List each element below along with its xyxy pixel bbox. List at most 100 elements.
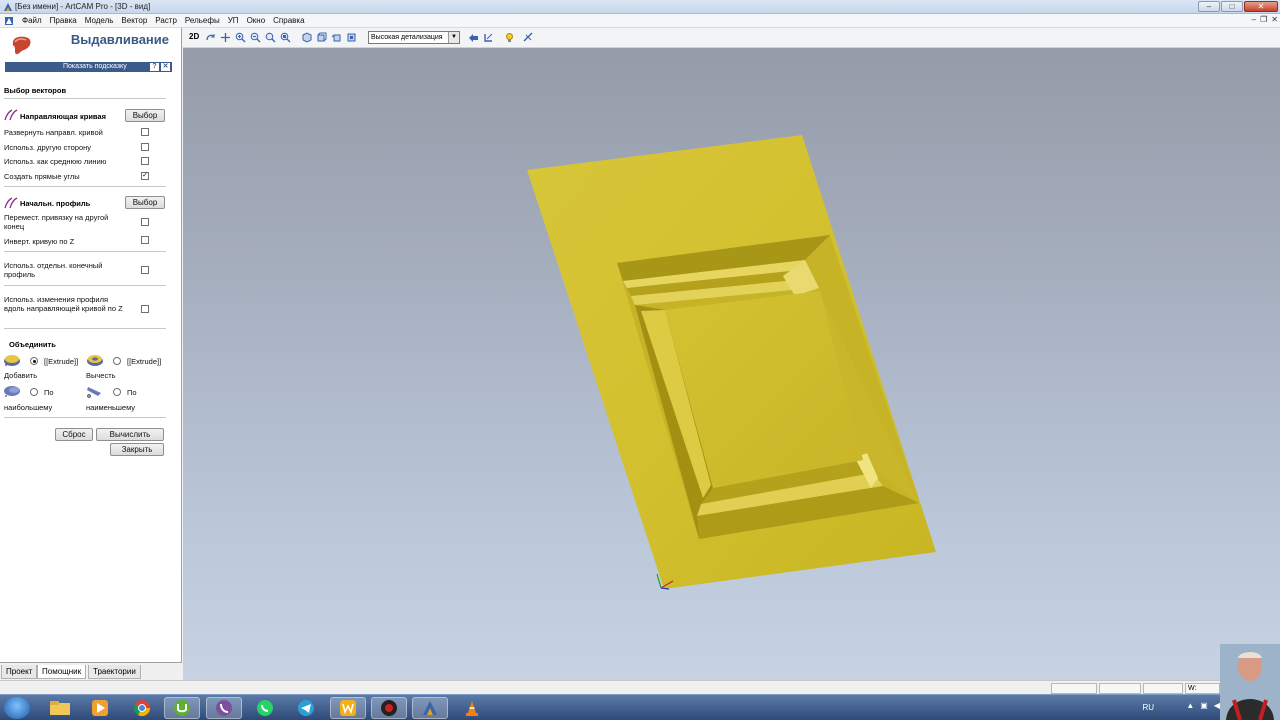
title-bar: [Без имени] - ArtCAM Pro - [3D - вид] – … [0, 0, 1280, 14]
option-invert-z-checkbox[interactable] [141, 236, 149, 244]
tray-network-icon[interactable]: ▣ [1200, 701, 1208, 710]
maximize-button[interactable]: □ [1221, 1, 1243, 12]
start-profile-select-button[interactable]: Выбор [125, 196, 165, 209]
option-flip-guide-checkbox[interactable] [141, 128, 149, 136]
menu-vector[interactable]: Вектор [117, 16, 151, 25]
doc-restore-button[interactable]: ❐ [1260, 15, 1267, 24]
close-hint-icon[interactable]: ✕ [161, 63, 170, 71]
reset-button[interactable]: Сброс [55, 428, 93, 441]
material-icon[interactable] [523, 32, 534, 43]
taskbar-media-player-icon[interactable] [82, 697, 118, 719]
show-hint-bar[interactable]: Показать подсказку ? ✕ [5, 62, 172, 72]
option-square-corners-label: Создать прямые углы [4, 172, 80, 181]
close-button[interactable]: Закрыть [110, 443, 164, 456]
start-button[interactable] [4, 697, 30, 719]
guide-curve-select-button[interactable]: Выбор [125, 109, 165, 122]
taskbar: RU ▲ ▣ ◀ [0, 694, 1280, 720]
zoom-out-icon[interactable] [250, 32, 261, 43]
3d-viewport[interactable] [183, 48, 1280, 680]
menu-toolpaths[interactable]: УП [224, 16, 243, 25]
menu-edit[interactable]: Правка [46, 16, 81, 25]
option-other-side-label: Использ. другую сторону [4, 143, 92, 152]
calculate-button[interactable]: Вычислить [96, 428, 164, 441]
texture-icon[interactable] [483, 32, 494, 43]
tab-toolpaths[interactable]: Траектории [88, 665, 141, 679]
add-value: [[Extrude]] [44, 357, 79, 366]
status-bar: W: 12.400 [0, 680, 1280, 701]
option-move-anchor-checkbox[interactable] [141, 218, 149, 226]
zoom-in-icon[interactable] [235, 32, 246, 43]
taskbar-explorer-icon[interactable] [42, 697, 78, 719]
taskbar-viber-icon[interactable] [206, 697, 242, 719]
add-radio[interactable] [30, 357, 38, 365]
merge-lowest-sublabel: наименьшему [86, 403, 136, 412]
option-move-anchor-label: Перемест. привязку на другой конец [4, 213, 109, 231]
tray-expand-icon[interactable]: ▲ [1186, 701, 1194, 710]
status-field-3 [1143, 683, 1183, 694]
option-invert-z-label: Инверт. кривую по Z [4, 237, 75, 246]
start-profile-icon [4, 197, 18, 209]
taskbar-recorder-icon[interactable] [371, 697, 407, 719]
draw-vectors-icon[interactable] [468, 32, 479, 43]
taskbar-chrome-icon[interactable] [124, 697, 160, 719]
rotate-view-icon[interactable] [205, 32, 216, 43]
close-window-button[interactable]: ✕ [1244, 1, 1278, 12]
side-view-icon[interactable] [331, 32, 342, 43]
taskbar-artcam-icon[interactable] [412, 697, 448, 719]
tab-assistant[interactable]: Помощник [37, 665, 87, 679]
panel-title: Выдавливание [70, 32, 169, 47]
presenter-image [1220, 644, 1280, 720]
menu-help[interactable]: Справка [269, 16, 308, 25]
top-view-icon[interactable] [346, 32, 357, 43]
option-square-corners-checkbox[interactable]: ✓ [141, 172, 149, 180]
option-other-side-checkbox[interactable] [141, 143, 149, 151]
merge-highest-radio[interactable] [30, 388, 38, 396]
option-separate-end-profile-checkbox[interactable] [141, 266, 149, 274]
section-vector-selection: Выбор векторов [4, 86, 67, 95]
width-readout: W: 12.400 [1185, 683, 1220, 701]
pan-view-icon[interactable] [220, 32, 231, 43]
guide-curve-label: Направляющая кривая [20, 112, 106, 121]
divider [4, 417, 166, 418]
merge-lowest-icon [87, 387, 101, 398]
add-mode-icon [4, 355, 20, 366]
option-profile-change-label: Использ. изменения профиля вдоль направл… [4, 295, 123, 313]
language-indicator[interactable]: RU [1142, 703, 1154, 712]
subtract-value: [[Extrude]] [127, 357, 162, 366]
switch-2d-button[interactable]: 2D [189, 32, 199, 41]
option-profile-change-checkbox[interactable] [141, 305, 149, 313]
tab-project[interactable]: Проект [1, 665, 38, 679]
minimize-button[interactable]: – [1198, 1, 1220, 12]
taskbar-wps-icon[interactable] [330, 697, 366, 719]
front-view-icon[interactable] [316, 32, 327, 43]
menu-bar: Файл Правка Модель Вектор Растр Рельефы … [0, 14, 1280, 28]
option-separate-end-profile-label: Использ. отдельн. конечный профиль [4, 261, 103, 279]
light-bulb-icon[interactable] [504, 32, 515, 43]
window-title: [Без имени] - ArtCAM Pro - [3D - вид] [15, 2, 151, 11]
help-icon[interactable]: ? [150, 63, 159, 71]
merge-highest-label: По [44, 388, 54, 397]
option-centerline-checkbox[interactable] [141, 157, 149, 165]
subtract-radio[interactable] [113, 357, 121, 365]
taskbar-telegram-icon[interactable] [288, 697, 324, 719]
taskbar-whatsapp-icon[interactable] [247, 697, 283, 719]
zoom-window-icon[interactable] [265, 32, 276, 43]
zoom-all-icon[interactable] [280, 32, 291, 43]
artcam-app-icon [4, 3, 12, 11]
iso-view-icon[interactable] [301, 32, 312, 43]
menu-reliefs[interactable]: Рельефы [181, 16, 224, 25]
doc-minimize-button[interactable]: – [1252, 15, 1256, 24]
menu-file[interactable]: Файл [18, 16, 46, 25]
menu-window[interactable]: Окно [243, 16, 270, 25]
doc-close-button[interactable]: ✕ [1271, 15, 1278, 24]
taskbar-utorrent-icon[interactable] [164, 697, 200, 719]
detail-level-select[interactable]: Высокая детализация ▼ [368, 31, 460, 44]
menu-raster[interactable]: Растр [151, 16, 181, 25]
subtract-label: Вычесть [86, 371, 116, 380]
menu-model[interactable]: Модель [81, 16, 118, 25]
document-icon[interactable] [4, 16, 14, 26]
taskbar-vlc-icon[interactable] [454, 697, 490, 719]
assistant-panel: Выдавливание Показать подсказку ? ✕ Выбо… [0, 28, 182, 680]
webcam-overlay [1220, 644, 1280, 720]
merge-lowest-radio[interactable] [113, 388, 121, 396]
